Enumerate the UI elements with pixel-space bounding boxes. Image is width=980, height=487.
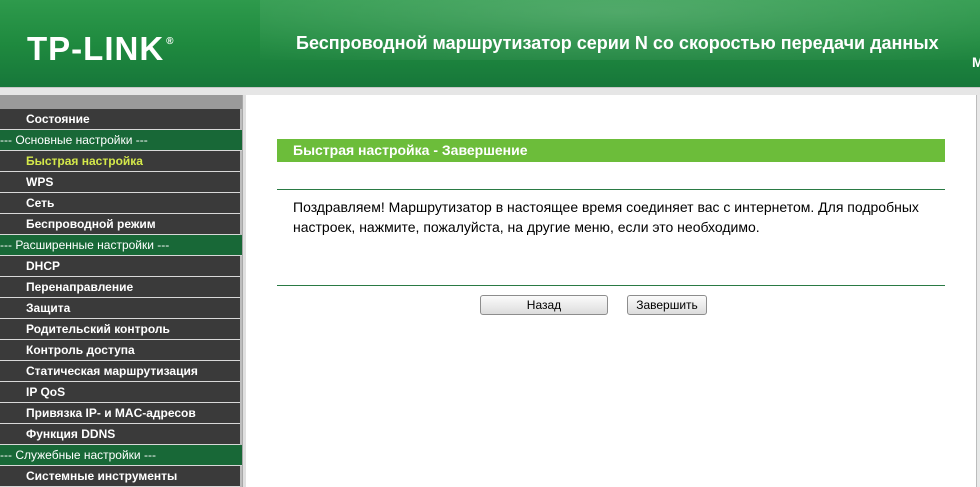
sidebar-item-14[interactable]: Привязка IP- и MAC-адресов	[0, 403, 240, 424]
sidebar-item-12[interactable]: Статическая маршрутизация	[0, 361, 240, 382]
sidebar-item-2[interactable]: Быстрая настройка	[0, 151, 240, 172]
sidebar-item-10[interactable]: Родительский контроль	[0, 319, 240, 340]
logo-text: TP-LINK	[27, 30, 165, 67]
header-subtitle: М	[972, 54, 980, 70]
sidebar-item-5[interactable]: Беспроводной режим	[0, 214, 240, 235]
finish-button[interactable]: Завершить	[627, 295, 707, 315]
section-title: Быстрая настройка - Завершение	[277, 139, 945, 162]
sidebar-group-16: --- Служебные настройки ---	[0, 445, 242, 466]
header: TP-LINK ® Беспроводной маршрутизатор сери…	[0, 0, 980, 87]
sidebar-item-11[interactable]: Контроль доступа	[0, 340, 240, 361]
sidebar-menu: Состояние --- Основные настройки --- Быстр…	[0, 109, 242, 487]
top-rule	[277, 189, 945, 190]
bottom-rule	[277, 285, 945, 286]
sidebar-item-17[interactable]: Системные инструменты	[0, 466, 240, 487]
sidebar-item-13[interactable]: IP QoS	[0, 382, 240, 403]
right-scrollbar[interactable]	[976, 95, 980, 487]
sidebar-group-1: --- Основные настройки ---	[0, 130, 242, 151]
sidebar: Состояние --- Основные настройки --- Быстр…	[0, 95, 242, 487]
sidebar-top-bar	[0, 95, 242, 109]
sidebar-item-9[interactable]: Защита	[0, 298, 240, 319]
tp-link-logo: TP-LINK ®	[27, 30, 175, 68]
header-bottom-bar	[0, 87, 980, 95]
back-button[interactable]: Назад	[480, 295, 608, 315]
header-title: Беспроводной маршрутизатор серии N со ск…	[296, 33, 939, 53]
sidebar-item-4[interactable]: Сеть	[0, 193, 240, 214]
sidebar-item-3[interactable]: WPS	[0, 172, 240, 193]
logo-registered-mark: ®	[166, 36, 175, 47]
sidebar-item-7[interactable]: DHCP	[0, 256, 240, 277]
sidebar-item-15[interactable]: Функция DDNS	[0, 424, 240, 445]
sidebar-item-0[interactable]: Состояние	[0, 109, 240, 130]
completion-message: Поздравляем! Маршрутизатор в настоящее в…	[293, 199, 919, 235]
sidebar-item-8[interactable]: Перенаправление	[0, 277, 240, 298]
main-content: Быстрая настройка - Завершение Поздравля…	[246, 95, 976, 487]
sidebar-group-6: --- Расширенные настройки ---	[0, 235, 242, 256]
